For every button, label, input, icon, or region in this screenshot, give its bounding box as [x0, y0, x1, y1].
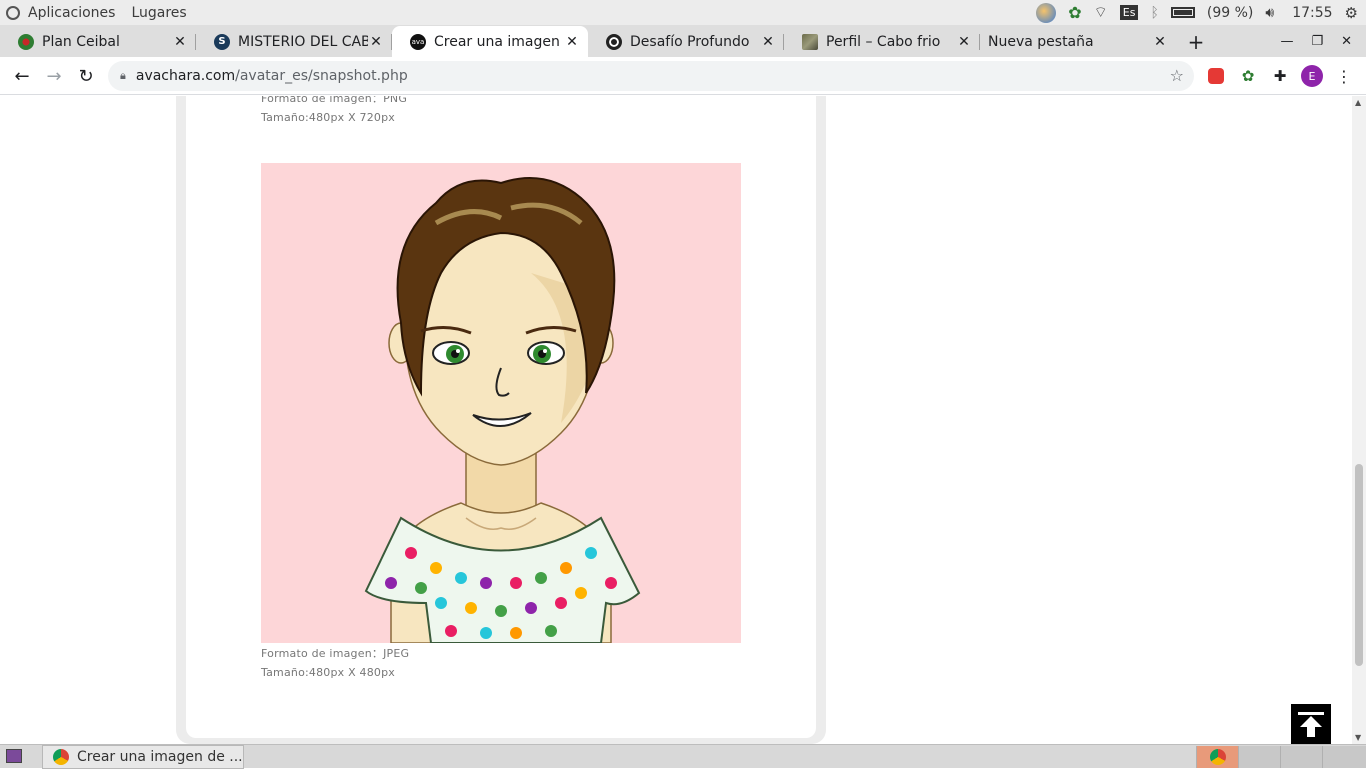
close-tab-icon[interactable]: ✕	[368, 34, 384, 50]
volume-icon[interactable]: 🔊︎	[1265, 5, 1274, 21]
system-menu-icon[interactable]	[6, 5, 20, 20]
browser-toolbar: ← → ↻ 🔒︎ avachara.com/avatar_es/snapshot…	[0, 57, 1366, 95]
jpeg-size-label: Tamaño:480px X 480px	[261, 666, 396, 679]
system-top-bar: Aplicaciones Lugares ✿ ⌔ Es ᛒ (99 %) 🔊︎ …	[0, 0, 1366, 25]
profile-avatar[interactable]: E	[1301, 65, 1323, 87]
wifi-icon[interactable]: ⌔	[1094, 3, 1108, 22]
tab-misterio[interactable]: S MISTERIO DEL CAB ✕	[196, 26, 392, 57]
chrome-icon	[53, 749, 69, 765]
places-menu[interactable]: Lugares	[131, 5, 186, 21]
back-button[interactable]: ←	[6, 60, 38, 92]
arrow-up-icon	[1298, 712, 1324, 737]
battery-percentage: (99 %)	[1206, 4, 1254, 21]
tab-title: MISTERIO DEL CAB	[238, 33, 368, 50]
close-tab-icon[interactable]: ✕	[1152, 34, 1168, 50]
png-format-label: Formato de imagen：PNG	[261, 96, 408, 105]
photo-icon	[802, 33, 818, 50]
avatar-jpeg-image[interactable]	[261, 163, 741, 643]
forward-button[interactable]: →	[38, 60, 70, 92]
taskbar-window-title: Crear una imagen de ...	[77, 749, 243, 765]
keyboard-layout-indicator[interactable]: Es	[1119, 5, 1139, 20]
adblock-extension-icon[interactable]	[1206, 66, 1226, 86]
close-tab-icon[interactable]: ✕	[760, 34, 776, 50]
avatar-illustration	[364, 177, 641, 643]
close-tab-icon[interactable]: ✕	[564, 34, 580, 50]
minimize-icon[interactable]: —	[1280, 34, 1293, 49]
lock-icon[interactable]: 🔒︎	[120, 69, 126, 83]
workspace-1[interactable]	[1196, 746, 1238, 768]
avachara-icon: ava	[410, 33, 426, 50]
tab-title: Perfil – Cabo frio	[826, 33, 941, 50]
browser-menu-icon[interactable]: ⋮	[1334, 66, 1354, 86]
s-icon: S	[214, 33, 230, 50]
tab-strip: Plan Ceibal ✕ S MISTERIO DEL CAB ✕ ava C…	[0, 25, 1366, 57]
applications-menu[interactable]: Aplicaciones	[28, 5, 115, 21]
close-tab-icon[interactable]: ✕	[172, 34, 188, 50]
ceibal-extension-icon[interactable]: ✿	[1238, 66, 1258, 86]
close-tab-icon[interactable]: ✕	[956, 34, 972, 50]
workspace-2[interactable]	[1238, 746, 1280, 768]
back-to-top-button[interactable]	[1291, 704, 1331, 744]
show-desktop-icon[interactable]	[6, 749, 22, 763]
new-tab-button[interactable]: +	[1176, 26, 1216, 57]
browser-tray-icon[interactable]	[1036, 2, 1057, 23]
workspace-4[interactable]	[1322, 746, 1366, 768]
tab-title: Plan Ceibal	[42, 33, 120, 50]
page-content: Formato de imagen：PNG Tamaño:480px X 720…	[0, 96, 1352, 744]
extensions-puzzle-icon[interactable]: ✚	[1270, 66, 1290, 86]
address-bar[interactable]: 🔒︎ avachara.com/avatar_es/snapshot.php ☆	[108, 61, 1194, 91]
url-host: avachara.com	[135, 68, 236, 84]
globe-icon	[606, 33, 622, 50]
ceibal-icon	[18, 33, 34, 50]
workspace-3[interactable]	[1280, 746, 1322, 768]
tab-desafio-profundo[interactable]: Desafío Profundo ✕	[588, 26, 784, 57]
scrollbar-thumb[interactable]	[1355, 464, 1363, 666]
tab-title: Crear una imagen d	[434, 33, 564, 50]
clock[interactable]: 17:55	[1292, 5, 1332, 21]
scroll-up-arrow-icon[interactable]: ▲	[1355, 98, 1361, 107]
battery-icon[interactable]	[1170, 7, 1195, 18]
ceibal-tray-icon[interactable]: ✿	[1068, 3, 1081, 22]
settings-gear-icon[interactable]: ⚙	[1345, 4, 1358, 22]
taskbar-window-chrome[interactable]: Crear una imagen de ...	[42, 745, 244, 769]
tab-perfil-cabo-frio[interactable]: Perfil – Cabo frio ✕	[784, 26, 980, 57]
tab-plan-ceibal[interactable]: Plan Ceibal ✕	[0, 26, 196, 57]
tab-nueva-pestana[interactable]: Nueva pestaña ✕	[980, 26, 1176, 57]
tab-title: Desafío Profundo	[630, 33, 750, 50]
bluetooth-icon[interactable]: ᛒ	[1150, 5, 1158, 21]
png-size-label: Tamaño:480px X 720px	[261, 111, 396, 124]
tab-crear-imagen[interactable]: ava Crear una imagen d ✕	[392, 26, 588, 57]
tab-title: Nueva pestaña	[988, 33, 1094, 50]
chrome-icon	[1210, 749, 1226, 765]
url-path: /avatar_es/snapshot.php	[235, 68, 408, 84]
reload-button[interactable]: ↻	[70, 60, 102, 92]
bookmark-star-icon[interactable]: ☆	[1170, 66, 1184, 85]
restore-icon[interactable]: ❐	[1311, 34, 1323, 49]
jpeg-format-label: Formato de imagen：JPEG	[261, 647, 410, 660]
page-scrollbar[interactable]: ▲ ▼	[1352, 96, 1366, 744]
close-window-icon[interactable]: ✕	[1341, 34, 1352, 49]
scroll-down-arrow-icon[interactable]: ▼	[1355, 733, 1361, 742]
bottom-taskbar: Crear una imagen de ...	[0, 744, 1366, 769]
